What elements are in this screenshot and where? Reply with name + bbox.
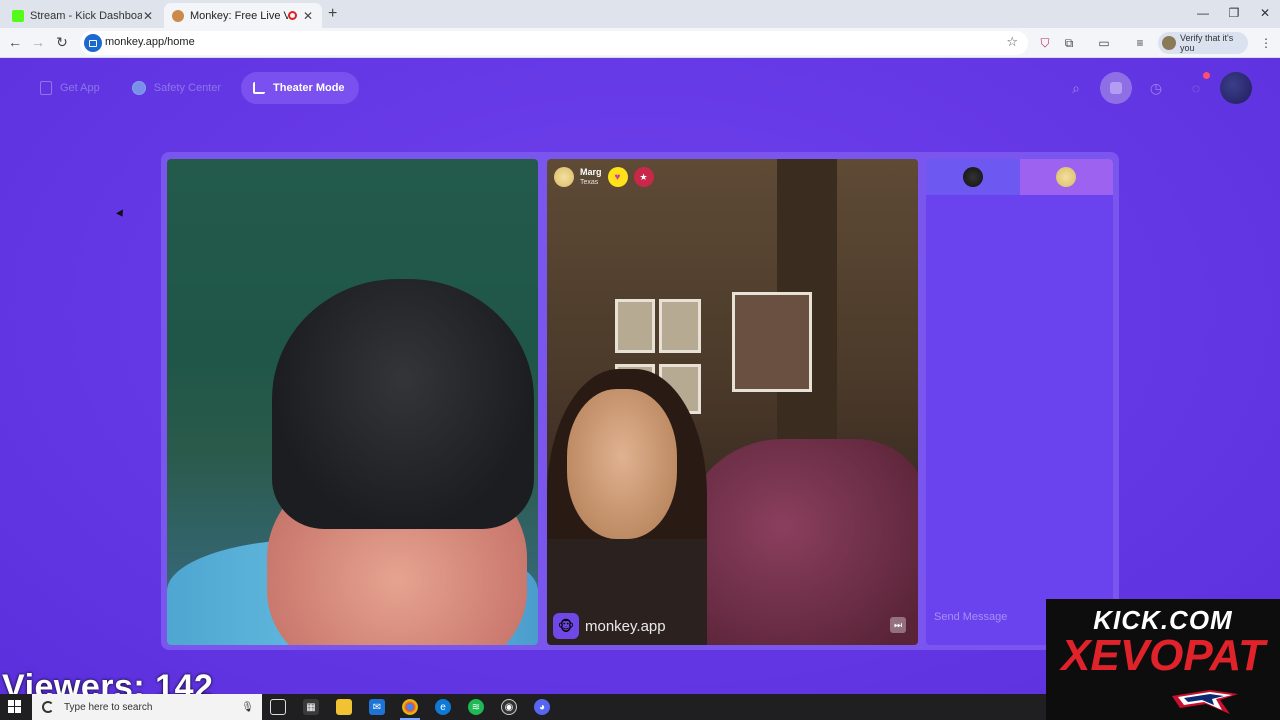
taskbar-search-placeholder: Type here to search	[64, 701, 153, 713]
streamer-name-text: XEVOPAT	[1061, 631, 1265, 680]
tab-kick-dashboard[interactable]: Stream - Kick Dashboard ✕	[4, 3, 162, 28]
avatar	[962, 167, 983, 187]
theater-mode-button[interactable]: Theater Mode	[241, 72, 359, 104]
partner-name: Marg	[580, 166, 602, 177]
taskbar: Type here to search 🎙 ▦ ✉ e ≋ ◉ ◕	[0, 694, 1046, 720]
expand-icon	[253, 82, 266, 94]
search-icon: ⌕	[1072, 79, 1080, 96]
remote-video: Marg Texas ♥ ★ 🐵 monkey.app ⏭	[547, 159, 918, 645]
tab-monkey[interactable]: Monkey: Free Live Video Ch ✕	[164, 3, 322, 28]
recording-icon	[288, 11, 297, 20]
tab-title: Stream - Kick Dashboard	[30, 9, 142, 22]
kick-branding-overlay: KICK.COM XEVOPAT	[1046, 599, 1280, 720]
history-button[interactable]: ◷	[1140, 72, 1172, 104]
close-tab-icon[interactable]: ✕	[302, 9, 314, 23]
header-actions: ⌕ ◷ ◌	[1060, 72, 1252, 104]
cortana-icon	[42, 701, 54, 713]
new-tab-button[interactable]: +	[328, 5, 337, 23]
close-tab-icon[interactable]: ✕	[142, 9, 154, 23]
mail-icon[interactable]: ✉	[369, 699, 385, 715]
video-subject	[272, 279, 534, 529]
discord-icon[interactable]: ◕	[534, 699, 550, 715]
cast-icon[interactable]: ▭	[1097, 36, 1111, 50]
video-chat-stage: Marg Texas ♥ ★ 🐵 monkey.app ⏭ Send Messa…	[161, 152, 1119, 650]
get-app-label: Get App	[60, 82, 100, 94]
bookmark-star-icon[interactable]: ☆	[1006, 34, 1018, 50]
get-app-button[interactable]: Get App	[28, 72, 114, 104]
safety-center-button[interactable]: Safety Center	[120, 72, 235, 104]
file-explorer-icon[interactable]	[336, 699, 352, 715]
browser-tab-strip: Stream - Kick Dashboard ✕ Monkey: Free L…	[0, 0, 1280, 28]
close-window-icon[interactable]: ✕	[1255, 6, 1275, 20]
partner-info: Marg Texas ♥ ★	[554, 166, 654, 188]
monkey-logo-icon: 🐵	[553, 613, 579, 639]
spotify-icon[interactable]: ≋	[468, 699, 484, 715]
video-background	[732, 292, 812, 392]
avatar	[1162, 36, 1176, 50]
shield-icon	[131, 81, 146, 95]
url-text: monkey.app/home	[105, 36, 195, 48]
restore-icon[interactable]: ❐	[1224, 6, 1244, 20]
tab-title: Monkey: Free Live Video Ch	[190, 9, 288, 22]
site-info-icon[interactable]	[84, 34, 102, 52]
minimize-icon[interactable]: —	[1193, 6, 1213, 20]
partner-location: Texas	[580, 178, 599, 186]
send-message-input[interactable]: Send Message	[934, 611, 1007, 623]
extensions-icon[interactable]: ⧉	[1062, 36, 1076, 50]
kick-favicon-icon	[12, 9, 24, 22]
video-background	[659, 299, 701, 353]
watermark-text: monkey.app	[585, 617, 666, 635]
obs-icon[interactable]: ◉	[501, 699, 517, 715]
heart-icon[interactable]: ♥	[607, 167, 628, 187]
safety-center-label: Safety Center	[153, 82, 222, 94]
browser-toolbar: ← → ↻ monkey.app/home ☆ ⛉ ⧉ ▭ ≡ Verify t…	[0, 28, 1280, 58]
taskbar-search[interactable]: Type here to search 🎙	[32, 694, 262, 720]
theater-mode-label: Theater Mode	[273, 82, 345, 94]
messages-button[interactable]: ◌	[1180, 72, 1212, 104]
chat-tab-partner[interactable]	[1019, 159, 1113, 195]
edge-icon[interactable]: e	[435, 699, 451, 715]
monkey-favicon-icon	[172, 9, 184, 22]
local-video	[167, 159, 538, 645]
video-subject	[687, 439, 918, 645]
avatar	[1056, 167, 1077, 187]
clock-icon: ◷	[1149, 79, 1163, 96]
windows-start-icon[interactable]	[8, 700, 22, 714]
chat-tabs	[926, 159, 1113, 195]
user-button[interactable]	[1100, 72, 1132, 104]
profile-avatar[interactable]	[1220, 72, 1252, 104]
partner-name-block: Marg Texas	[580, 166, 602, 187]
phone-icon	[40, 81, 52, 95]
task-view-icon[interactable]	[270, 699, 286, 715]
skip-icon[interactable]: ⏭	[890, 617, 906, 633]
reload-icon[interactable]: ↻	[53, 34, 71, 51]
notification-badge	[1203, 72, 1210, 79]
menu-icon[interactable]: ⋮	[1259, 36, 1273, 50]
profile-button[interactable]: Verify that it's you	[1158, 32, 1248, 54]
video-subject	[567, 389, 677, 539]
back-icon[interactable]: ←	[6, 34, 24, 50]
profile-button-label: Verify that it's you	[1180, 33, 1234, 53]
chat-bubble-icon: ◌	[1191, 80, 1201, 96]
chat-tab-self[interactable]	[926, 159, 1020, 195]
media-control-icon[interactable]: ≡	[1133, 36, 1147, 50]
search-button[interactable]: ⌕	[1060, 72, 1092, 104]
patriots-logo-icon	[1172, 690, 1238, 714]
monkey-watermark: 🐵 monkey.app	[553, 613, 666, 639]
shield-extension-icon[interactable]: ⛉	[1038, 36, 1052, 50]
chrome-icon[interactable]	[400, 699, 420, 720]
video-background	[615, 299, 655, 353]
forward-icon[interactable]: →	[29, 34, 47, 50]
store-icon[interactable]: ▦	[303, 699, 319, 715]
country-flag-icon: ★	[633, 167, 654, 187]
microphone-icon[interactable]: 🎙	[241, 702, 254, 713]
address-bar[interactable]: monkey.app/home ☆	[80, 31, 1028, 55]
chat-panel: Send Message	[926, 159, 1113, 645]
top-nav: Get App Safety Center Theater Mode	[28, 72, 359, 104]
partner-avatar[interactable]	[554, 167, 574, 187]
